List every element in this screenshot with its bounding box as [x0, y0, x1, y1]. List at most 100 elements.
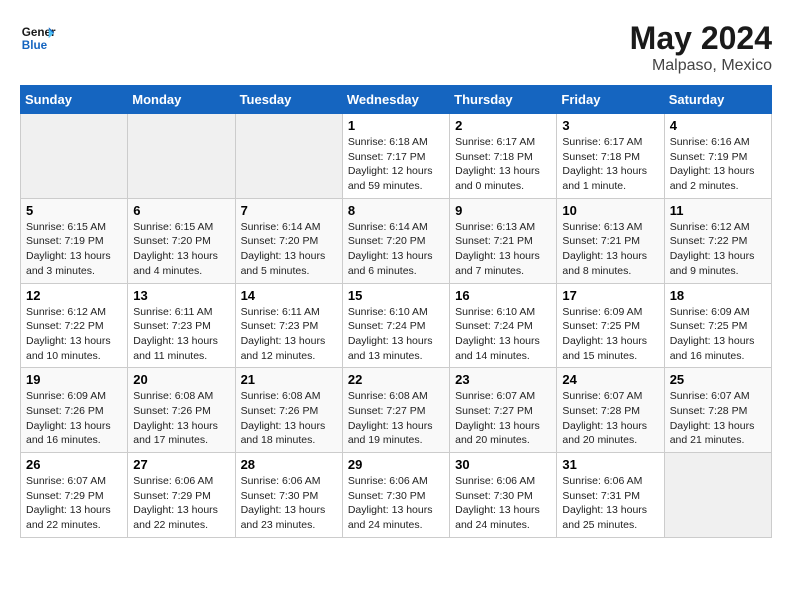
day-info: Sunrise: 6:08 AMSunset: 7:26 PMDaylight:…	[241, 389, 337, 448]
calendar-cell	[21, 114, 128, 199]
daylight-hours: Daylight: 13 hours	[133, 334, 229, 349]
day-info: Sunrise: 6:07 AMSunset: 7:28 PMDaylight:…	[670, 389, 766, 448]
sunrise-text: Sunrise: 6:11 AM	[133, 305, 229, 320]
daylight-minutes: and 0 minutes.	[455, 179, 551, 194]
daylight-minutes: and 19 minutes.	[348, 433, 444, 448]
day-number: 31	[562, 457, 658, 472]
daylight-minutes: and 4 minutes.	[133, 264, 229, 279]
sunset-text: Sunset: 7:28 PM	[670, 404, 766, 419]
daylight-hours: Daylight: 13 hours	[455, 249, 551, 264]
day-number: 7	[241, 203, 337, 218]
daylight-minutes: and 7 minutes.	[455, 264, 551, 279]
day-number: 2	[455, 118, 551, 133]
calendar-cell: 28Sunrise: 6:06 AMSunset: 7:30 PMDayligh…	[235, 453, 342, 538]
calendar-cell: 22Sunrise: 6:08 AMSunset: 7:27 PMDayligh…	[342, 368, 449, 453]
calendar-cell: 19Sunrise: 6:09 AMSunset: 7:26 PMDayligh…	[21, 368, 128, 453]
sunset-text: Sunset: 7:25 PM	[670, 319, 766, 334]
daylight-minutes: and 22 minutes.	[133, 518, 229, 533]
sunrise-text: Sunrise: 6:09 AM	[26, 389, 122, 404]
sunrise-text: Sunrise: 6:08 AM	[133, 389, 229, 404]
header-wednesday: Wednesday	[342, 86, 449, 114]
header-saturday: Saturday	[664, 86, 771, 114]
calendar-week-3: 12Sunrise: 6:12 AMSunset: 7:22 PMDayligh…	[21, 283, 772, 368]
calendar-cell: 9Sunrise: 6:13 AMSunset: 7:21 PMDaylight…	[450, 198, 557, 283]
day-info: Sunrise: 6:10 AMSunset: 7:24 PMDaylight:…	[455, 305, 551, 364]
day-info: Sunrise: 6:13 AMSunset: 7:21 PMDaylight:…	[562, 220, 658, 279]
day-number: 22	[348, 372, 444, 387]
calendar-week-4: 19Sunrise: 6:09 AMSunset: 7:26 PMDayligh…	[21, 368, 772, 453]
daylight-hours: Daylight: 13 hours	[670, 249, 766, 264]
daylight-minutes: and 21 minutes.	[670, 433, 766, 448]
sunset-text: Sunset: 7:30 PM	[241, 489, 337, 504]
sunrise-text: Sunrise: 6:10 AM	[455, 305, 551, 320]
day-info: Sunrise: 6:12 AMSunset: 7:22 PMDaylight:…	[26, 305, 122, 364]
sunrise-text: Sunrise: 6:06 AM	[562, 474, 658, 489]
day-info: Sunrise: 6:16 AMSunset: 7:19 PMDaylight:…	[670, 135, 766, 194]
day-info: Sunrise: 6:12 AMSunset: 7:22 PMDaylight:…	[670, 220, 766, 279]
daylight-minutes: and 24 minutes.	[348, 518, 444, 533]
daylight-minutes: and 6 minutes.	[348, 264, 444, 279]
daylight-hours: Daylight: 13 hours	[133, 249, 229, 264]
day-number: 4	[670, 118, 766, 133]
sunset-text: Sunset: 7:24 PM	[348, 319, 444, 334]
daylight-hours: Daylight: 13 hours	[348, 419, 444, 434]
sunrise-text: Sunrise: 6:13 AM	[562, 220, 658, 235]
sunset-text: Sunset: 7:17 PM	[348, 150, 444, 165]
calendar-cell: 5Sunrise: 6:15 AMSunset: 7:19 PMDaylight…	[21, 198, 128, 283]
day-info: Sunrise: 6:06 AMSunset: 7:31 PMDaylight:…	[562, 474, 658, 533]
sunrise-text: Sunrise: 6:13 AM	[455, 220, 551, 235]
sunrise-text: Sunrise: 6:09 AM	[670, 305, 766, 320]
calendar-cell: 2Sunrise: 6:17 AMSunset: 7:18 PMDaylight…	[450, 114, 557, 199]
daylight-hours: Daylight: 13 hours	[455, 503, 551, 518]
calendar-cell: 18Sunrise: 6:09 AMSunset: 7:25 PMDayligh…	[664, 283, 771, 368]
calendar-cell: 10Sunrise: 6:13 AMSunset: 7:21 PMDayligh…	[557, 198, 664, 283]
day-info: Sunrise: 6:14 AMSunset: 7:20 PMDaylight:…	[348, 220, 444, 279]
daylight-hours: Daylight: 13 hours	[455, 419, 551, 434]
daylight-hours: Daylight: 13 hours	[26, 503, 122, 518]
day-info: Sunrise: 6:06 AMSunset: 7:30 PMDaylight:…	[455, 474, 551, 533]
day-info: Sunrise: 6:07 AMSunset: 7:29 PMDaylight:…	[26, 474, 122, 533]
daylight-hours: Daylight: 13 hours	[241, 503, 337, 518]
logo: General Blue	[20, 20, 56, 56]
header-thursday: Thursday	[450, 86, 557, 114]
daylight-minutes: and 17 minutes.	[133, 433, 229, 448]
calendar-cell: 27Sunrise: 6:06 AMSunset: 7:29 PMDayligh…	[128, 453, 235, 538]
calendar-cell: 3Sunrise: 6:17 AMSunset: 7:18 PMDaylight…	[557, 114, 664, 199]
sunset-text: Sunset: 7:18 PM	[562, 150, 658, 165]
calendar-cell: 13Sunrise: 6:11 AMSunset: 7:23 PMDayligh…	[128, 283, 235, 368]
daylight-minutes: and 20 minutes.	[562, 433, 658, 448]
sunrise-text: Sunrise: 6:15 AM	[133, 220, 229, 235]
sunrise-text: Sunrise: 6:12 AM	[26, 305, 122, 320]
daylight-hours: Daylight: 13 hours	[670, 164, 766, 179]
day-info: Sunrise: 6:07 AMSunset: 7:28 PMDaylight:…	[562, 389, 658, 448]
day-info: Sunrise: 6:18 AMSunset: 7:17 PMDaylight:…	[348, 135, 444, 194]
sunrise-text: Sunrise: 6:10 AM	[348, 305, 444, 320]
sunrise-text: Sunrise: 6:18 AM	[348, 135, 444, 150]
daylight-minutes: and 22 minutes.	[26, 518, 122, 533]
daylight-hours: Daylight: 13 hours	[26, 334, 122, 349]
sunrise-text: Sunrise: 6:16 AM	[670, 135, 766, 150]
sunset-text: Sunset: 7:19 PM	[26, 234, 122, 249]
daylight-minutes: and 9 minutes.	[670, 264, 766, 279]
sunset-text: Sunset: 7:27 PM	[348, 404, 444, 419]
header-sunday: Sunday	[21, 86, 128, 114]
daylight-hours: Daylight: 13 hours	[348, 334, 444, 349]
sunrise-text: Sunrise: 6:06 AM	[455, 474, 551, 489]
sunset-text: Sunset: 7:26 PM	[133, 404, 229, 419]
calendar-cell	[128, 114, 235, 199]
sunrise-text: Sunrise: 6:17 AM	[562, 135, 658, 150]
day-info: Sunrise: 6:10 AMSunset: 7:24 PMDaylight:…	[348, 305, 444, 364]
day-info: Sunrise: 6:11 AMSunset: 7:23 PMDaylight:…	[133, 305, 229, 364]
calendar-cell: 29Sunrise: 6:06 AMSunset: 7:30 PMDayligh…	[342, 453, 449, 538]
sunset-text: Sunset: 7:21 PM	[562, 234, 658, 249]
daylight-hours: Daylight: 13 hours	[670, 419, 766, 434]
calendar-week-2: 5Sunrise: 6:15 AMSunset: 7:19 PMDaylight…	[21, 198, 772, 283]
day-number: 15	[348, 288, 444, 303]
sunrise-text: Sunrise: 6:14 AM	[348, 220, 444, 235]
sunset-text: Sunset: 7:27 PM	[455, 404, 551, 419]
sunset-text: Sunset: 7:20 PM	[133, 234, 229, 249]
sunset-text: Sunset: 7:21 PM	[455, 234, 551, 249]
sunset-text: Sunset: 7:22 PM	[26, 319, 122, 334]
day-number: 27	[133, 457, 229, 472]
sunset-text: Sunset: 7:30 PM	[348, 489, 444, 504]
